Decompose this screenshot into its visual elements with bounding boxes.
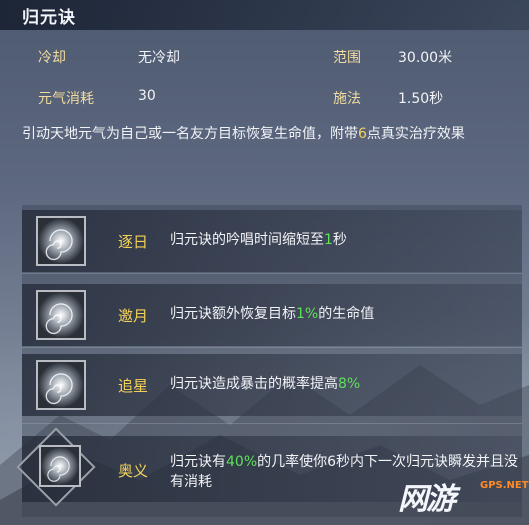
talent-text-tail: 的生命值	[318, 306, 375, 322]
talent-value: 1	[324, 232, 333, 248]
cost-value: 30	[138, 88, 156, 104]
talent-description: 归元诀造成暴击的概率提高8%	[170, 374, 360, 394]
talent-description: 归元诀额外恢复目标1%的生命值	[170, 304, 374, 324]
swirl-icon	[36, 360, 86, 410]
talent-value: 8%	[338, 376, 361, 392]
row-divider	[22, 273, 522, 274]
row-divider	[22, 347, 522, 348]
description-number: 6	[358, 126, 367, 142]
range-label: 范围	[333, 50, 361, 66]
watermark-logo: 网游 GPS.NET	[398, 470, 529, 522]
watermark-text: 网游	[398, 482, 456, 517]
row-divider	[22, 423, 522, 424]
talent-value: 40%	[226, 454, 258, 470]
talent-text: 归元诀有	[170, 454, 226, 470]
talent-text: 归元诀造成暴击的概率提高	[170, 376, 338, 392]
swirl-icon	[39, 445, 81, 487]
description-tail: 点真实治疗效果	[366, 126, 465, 142]
talent-name: 奥义	[118, 462, 149, 480]
cost-label: 元气消耗	[38, 91, 94, 107]
talent-row[interactable]: 追星 归元诀造成暴击的概率提高8%	[22, 354, 522, 416]
cast-value: 1.50秒	[398, 91, 444, 107]
skill-description: 引动天地元气为自己或一名友方目标恢复生命值，附带6点真实治疗效果	[22, 124, 522, 144]
talent-row[interactable]: 逐日 归元诀的吟唱时间缩短至1秒	[22, 210, 522, 272]
talent-name: 邀月	[118, 307, 149, 325]
range-value: 30.00米	[398, 50, 453, 66]
talent-row[interactable]: 邀月 归元诀额外恢复目标1%的生命值	[22, 284, 522, 346]
talent-text-tail: 秒	[332, 232, 347, 248]
talent-text: 归元诀额外恢复目标	[170, 306, 296, 322]
cooldown-value: 无冷却	[138, 50, 180, 66]
swirl-icon	[36, 216, 86, 266]
watermark-subtext: GPS.NET	[480, 480, 529, 491]
swirl-icon	[36, 290, 86, 340]
talent-value: 1%	[296, 306, 319, 322]
cooldown-label: 冷却	[38, 50, 66, 66]
talent-text: 归元诀的吟唱时间缩短至	[170, 232, 324, 248]
talent-name: 逐日	[118, 233, 149, 251]
talent-name: 追星	[118, 377, 149, 395]
cast-label: 施法	[333, 91, 361, 107]
description-text: 引动天地元气为自己或一名友方目标恢复生命值，附带	[22, 126, 358, 142]
talent-description: 归元诀的吟唱时间缩短至1秒	[170, 230, 347, 250]
skill-header: 归元诀	[0, 0, 529, 30]
skill-title: 归元诀	[22, 8, 76, 28]
